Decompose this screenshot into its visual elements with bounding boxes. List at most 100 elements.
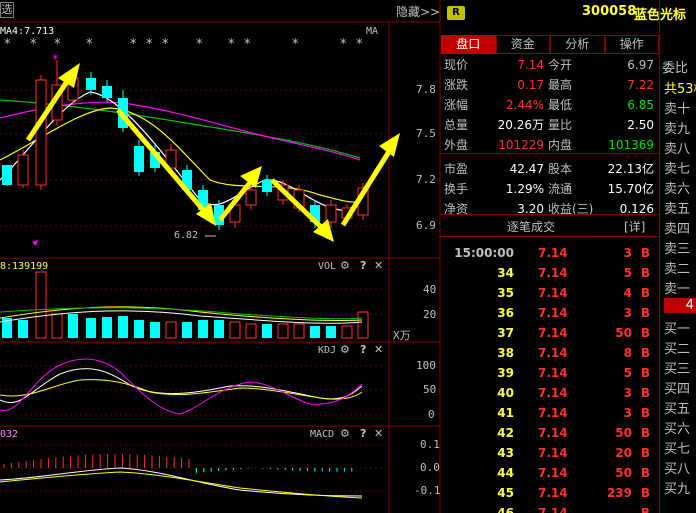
volume-bar	[182, 322, 192, 338]
trade-price: 7.14	[538, 506, 568, 513]
quote-value: 42.47	[509, 162, 544, 176]
trade-row: 38 7.14 8 B	[444, 343, 656, 363]
kdj-gear-icon[interactable]: ⚙	[340, 343, 350, 356]
trade-time: 34	[497, 266, 514, 280]
svg-text:*: *	[228, 37, 235, 52]
quote-value: 2.44%	[505, 98, 544, 112]
volume-bar	[229, 321, 241, 339]
order-book-label: 买九	[664, 482, 691, 497]
quote-value: 0.17	[517, 78, 544, 92]
quote-label: 今开	[548, 58, 573, 72]
candle-body	[86, 78, 96, 90]
trade-row: 34 7.14 5 B	[444, 263, 656, 283]
y-tick-6-9: 6.9	[416, 219, 436, 232]
svg-text:*: *	[30, 37, 37, 52]
period-select-button[interactable]: 选	[0, 2, 14, 18]
quote-value: 15.70亿	[607, 182, 654, 196]
volume-bar	[341, 325, 353, 339]
tab-caozuo[interactable]: 操作	[604, 35, 659, 54]
order-book-label: 4	[664, 298, 696, 313]
order-book-label: 买二	[664, 342, 691, 357]
order-book-label: 卖五	[664, 202, 691, 217]
trade-price: 7.14	[538, 266, 568, 280]
trade-price: 7.14	[538, 366, 568, 380]
volume-bar	[277, 323, 289, 339]
trade-price: 7.14	[538, 386, 568, 400]
trade-side: B	[640, 426, 650, 440]
kdj-close-icon[interactable]: ✕	[374, 343, 383, 356]
low-price-annotation: 6.82	[174, 230, 199, 241]
trade-row: 40 7.14 3 B	[444, 383, 656, 403]
trade-row: 36 7.14 3 B	[444, 303, 656, 323]
macd-panel-name: MACD	[310, 429, 335, 440]
svg-text:*: *	[196, 37, 203, 52]
trade-price: 7.14	[538, 446, 568, 460]
trade-volume: 3	[623, 246, 632, 260]
tab-zijin[interactable]: 资金	[495, 35, 550, 54]
trade-row: 42 7.14 50 B	[444, 423, 656, 443]
order-book-label: 卖六	[664, 182, 691, 197]
order-book-label: 共53档	[664, 82, 696, 97]
svg-text:*: *	[130, 37, 137, 52]
quote-value: 20.26万	[497, 118, 544, 132]
quote-value: 6.85	[627, 98, 654, 112]
quote-value: 22.13亿	[607, 162, 654, 176]
order-book-label: 买八	[664, 462, 691, 477]
tab-pankou[interactable]: 盘口	[441, 35, 496, 54]
macd-close-icon[interactable]: ✕	[374, 427, 383, 440]
quote-label: 最低	[548, 98, 573, 112]
macd-dif-line	[0, 467, 363, 497]
order-book-label: 买六	[664, 422, 691, 437]
side-header: 委比	[662, 61, 689, 76]
trade-side: B	[640, 506, 650, 513]
trade-side: B	[640, 346, 650, 360]
order-book-label: 卖八	[664, 142, 691, 157]
vol-unit: X万	[393, 329, 411, 342]
vol-gear-icon[interactable]: ⚙	[340, 259, 350, 272]
volume-bar	[118, 316, 128, 338]
order-book-label: 买三	[664, 362, 691, 377]
trade-price: 7.14	[538, 246, 568, 260]
svg-text:*: *	[162, 37, 169, 52]
trade-row: 45 7.14 239 B	[444, 483, 656, 503]
macd-histogram	[3, 454, 353, 473]
hide-panel-button[interactable]: 隐藏>>	[396, 3, 440, 20]
quote-value: 3.20	[517, 202, 544, 216]
trade-time: 38	[497, 346, 514, 360]
trade-volume: 3	[623, 406, 632, 420]
quote-divider-2	[441, 214, 659, 215]
volume-bar	[326, 326, 336, 338]
kdj-y-tick-50: 50	[423, 383, 437, 396]
trade-price: 7.14	[538, 406, 568, 420]
r-badge[interactable]: R	[447, 6, 465, 20]
trade-volume: 3	[623, 386, 632, 400]
svg-text:*: *	[86, 37, 93, 52]
tab-fenxi[interactable]: 分析	[550, 35, 605, 54]
trade-volume: 3	[623, 306, 632, 320]
macd-left-label: 032	[0, 429, 19, 440]
y-tick-7-2: 7.2	[416, 173, 436, 186]
stock-code: 300058	[582, 4, 637, 19]
trade-time: 42	[497, 426, 514, 440]
quote-label: 换手	[444, 182, 469, 196]
trade-side: B	[640, 286, 650, 300]
volume-bars	[2, 271, 369, 339]
ma-label: MA4:7.713	[0, 26, 55, 37]
vol-help-icon[interactable]: ?	[360, 259, 366, 272]
volume-bar	[68, 314, 78, 338]
vol-left-label: 8:139199	[0, 261, 49, 272]
trades-detail-link[interactable]: [详]	[624, 218, 645, 235]
volume-bar	[293, 323, 305, 339]
macd-gear-icon[interactable]: ⚙	[340, 427, 350, 440]
trade-price: 7.14	[538, 286, 568, 300]
kdj-help-icon[interactable]: ?	[360, 343, 366, 356]
trades-divider	[441, 236, 659, 237]
macd-help-icon[interactable]: ?	[360, 427, 366, 440]
trade-side: B	[640, 386, 650, 400]
trade-row: 43 7.14 20 B	[444, 443, 656, 463]
vol-close-icon[interactable]: ✕	[374, 259, 383, 272]
trade-time: 41	[497, 406, 514, 420]
order-book-label: 卖四	[664, 222, 691, 237]
ma-tag[interactable]: MA	[366, 26, 378, 37]
macd-dea-line	[0, 471, 363, 499]
